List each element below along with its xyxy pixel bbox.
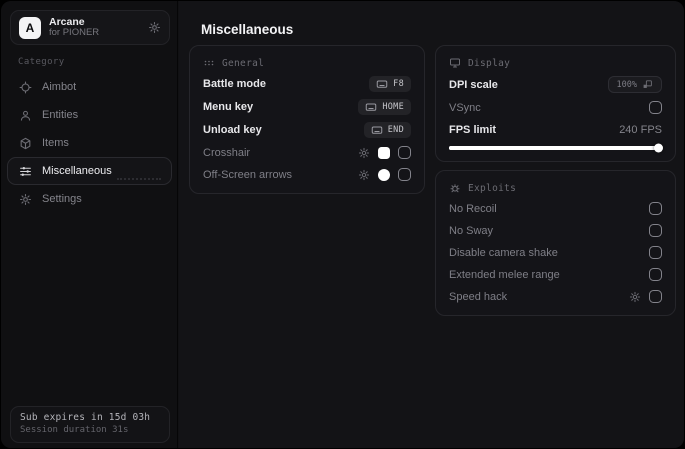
no-sway-checkbox[interactable] <box>649 224 662 237</box>
category-label: Category <box>18 57 65 67</box>
app-logo: A <box>19 16 41 39</box>
gear-icon[interactable] <box>629 291 641 303</box>
sub-expires-text: Sub expires in 15d 03h <box>20 412 151 423</box>
battle-mode-key: F8 <box>393 79 404 89</box>
bug-icon <box>449 182 461 194</box>
scale-icon <box>642 79 653 90</box>
fps-limit-label: FPS limit <box>449 123 497 136</box>
sidebar-nav: Aimbot Entities Items Miscellaneous Sett… <box>7 73 172 213</box>
offscreen-arrows-checkbox[interactable] <box>398 168 411 181</box>
unload-key-keybind[interactable]: END <box>363 122 411 138</box>
speed-hack-checkbox[interactable] <box>649 290 662 303</box>
display-panel: Display DPI scale 100% VSync FPS limit 2… <box>435 45 676 162</box>
sidebar-item-label: Miscellaneous <box>42 165 112 177</box>
sidebar: A Arcane for PIONER Category Aimbot Enti… <box>1 1 178 448</box>
keyboard-icon <box>371 124 383 136</box>
crosshair-row: Crosshair <box>203 145 411 160</box>
offscreen-arrows-color-swatch[interactable] <box>378 168 390 181</box>
general-panel-title: General <box>222 57 265 69</box>
extended-melee-range-row: Extended melee range <box>449 267 662 282</box>
fps-slider-fill <box>449 146 662 150</box>
display-panel-title: Display <box>468 57 511 69</box>
decorative-dots <box>117 178 161 180</box>
app-subtitle: for PIONER <box>49 27 100 39</box>
fps-limit-row: FPS limit 240 FPS <box>449 122 662 137</box>
monitor-icon <box>449 57 461 69</box>
disable-camera-shake-checkbox[interactable] <box>649 246 662 259</box>
sidebar-item-items[interactable]: Items <box>7 129 172 157</box>
speed-hack-row: Speed hack <box>449 289 662 304</box>
no-recoil-label: No Recoil <box>449 202 497 215</box>
gear-icon[interactable] <box>358 147 370 159</box>
battle-mode-row: Battle mode F8 <box>203 76 411 92</box>
fps-slider-knob[interactable] <box>654 143 663 153</box>
dpi-scale-row: DPI scale 100% <box>449 76 662 93</box>
speed-hack-label: Speed hack <box>449 290 508 303</box>
disable-camera-shake-label: Disable camera shake <box>449 246 558 259</box>
menu-key-key: HOME <box>382 102 404 112</box>
crosshair-checkbox[interactable] <box>398 146 411 159</box>
sidebar-item-miscellaneous[interactable]: Miscellaneous <box>7 157 172 185</box>
extended-melee-range-label: Extended melee range <box>449 268 560 281</box>
vsync-row: VSync <box>449 100 662 115</box>
dpi-scale-select[interactable]: 100% <box>607 76 662 93</box>
dpi-scale-label: DPI scale <box>449 78 498 91</box>
no-sway-row: No Sway <box>449 223 662 238</box>
vsync-label: VSync <box>449 101 481 114</box>
battle-mode-label: Battle mode <box>203 78 266 90</box>
keyboard-icon <box>365 101 377 113</box>
sidebar-item-label: Settings <box>42 193 82 205</box>
offscreen-arrows-label: Off-Screen arrows <box>203 168 293 181</box>
crosshair-icon <box>19 81 32 94</box>
sidebar-item-entities[interactable]: Entities <box>7 101 172 129</box>
offscreen-arrows-row: Off-Screen arrows <box>203 167 411 182</box>
menu-key-keybind[interactable]: HOME <box>358 99 411 115</box>
menu-key-row: Menu key HOME <box>203 99 411 115</box>
vsync-checkbox[interactable] <box>649 101 662 114</box>
no-recoil-checkbox[interactable] <box>649 202 662 215</box>
dpi-scale-value: 100% <box>616 79 637 90</box>
unload-key-row: Unload key END <box>203 122 411 138</box>
exploits-panel-title: Exploits <box>468 182 517 194</box>
general-panel: General Battle mode F8 Menu key HOME Unl… <box>189 45 425 194</box>
gear-icon[interactable] <box>358 169 370 181</box>
sidebar-item-label: Entities <box>42 109 79 121</box>
fps-limit-slider[interactable] <box>449 143 663 153</box>
page-title: Miscellaneous <box>201 22 294 37</box>
gear-icon <box>19 193 32 206</box>
extended-melee-range-checkbox[interactable] <box>649 268 662 281</box>
keyboard-icon <box>376 78 388 90</box>
sidebar-item-label: Aimbot <box>42 81 77 93</box>
battle-mode-keybind[interactable]: F8 <box>369 76 411 92</box>
grip-icon <box>203 57 215 69</box>
gear-icon[interactable] <box>148 21 161 34</box>
crosshair-color-swatch[interactable] <box>378 146 390 159</box>
main-content: Miscellaneous General Battle mode F8 Men… <box>179 1 684 448</box>
cube-icon <box>19 137 32 150</box>
sidebar-item-label: Items <box>42 137 69 149</box>
sliders-icon <box>19 165 32 178</box>
session-duration-text: Session duration 31s <box>20 425 129 435</box>
sidebar-item-aimbot[interactable]: Aimbot <box>7 73 172 101</box>
unload-key-label: Unload key <box>203 124 262 136</box>
app-header-card: A Arcane for PIONER <box>10 10 170 45</box>
subscription-card: Sub expires in 15d 03h Session duration … <box>10 406 170 443</box>
app-window: A Arcane for PIONER Category Aimbot Enti… <box>1 1 684 448</box>
fps-limit-value: 240 FPS <box>619 123 662 136</box>
sidebar-item-settings[interactable]: Settings <box>7 185 172 213</box>
exploits-panel: Exploits No Recoil No Sway Disable camer… <box>435 170 676 316</box>
crosshair-label: Crosshair <box>203 146 251 159</box>
no-sway-label: No Sway <box>449 224 494 237</box>
person-icon <box>19 109 32 122</box>
no-recoil-row: No Recoil <box>449 201 662 216</box>
unload-key-key: END <box>387 125 404 135</box>
disable-camera-shake-row: Disable camera shake <box>449 245 662 260</box>
menu-key-label: Menu key <box>203 101 254 113</box>
